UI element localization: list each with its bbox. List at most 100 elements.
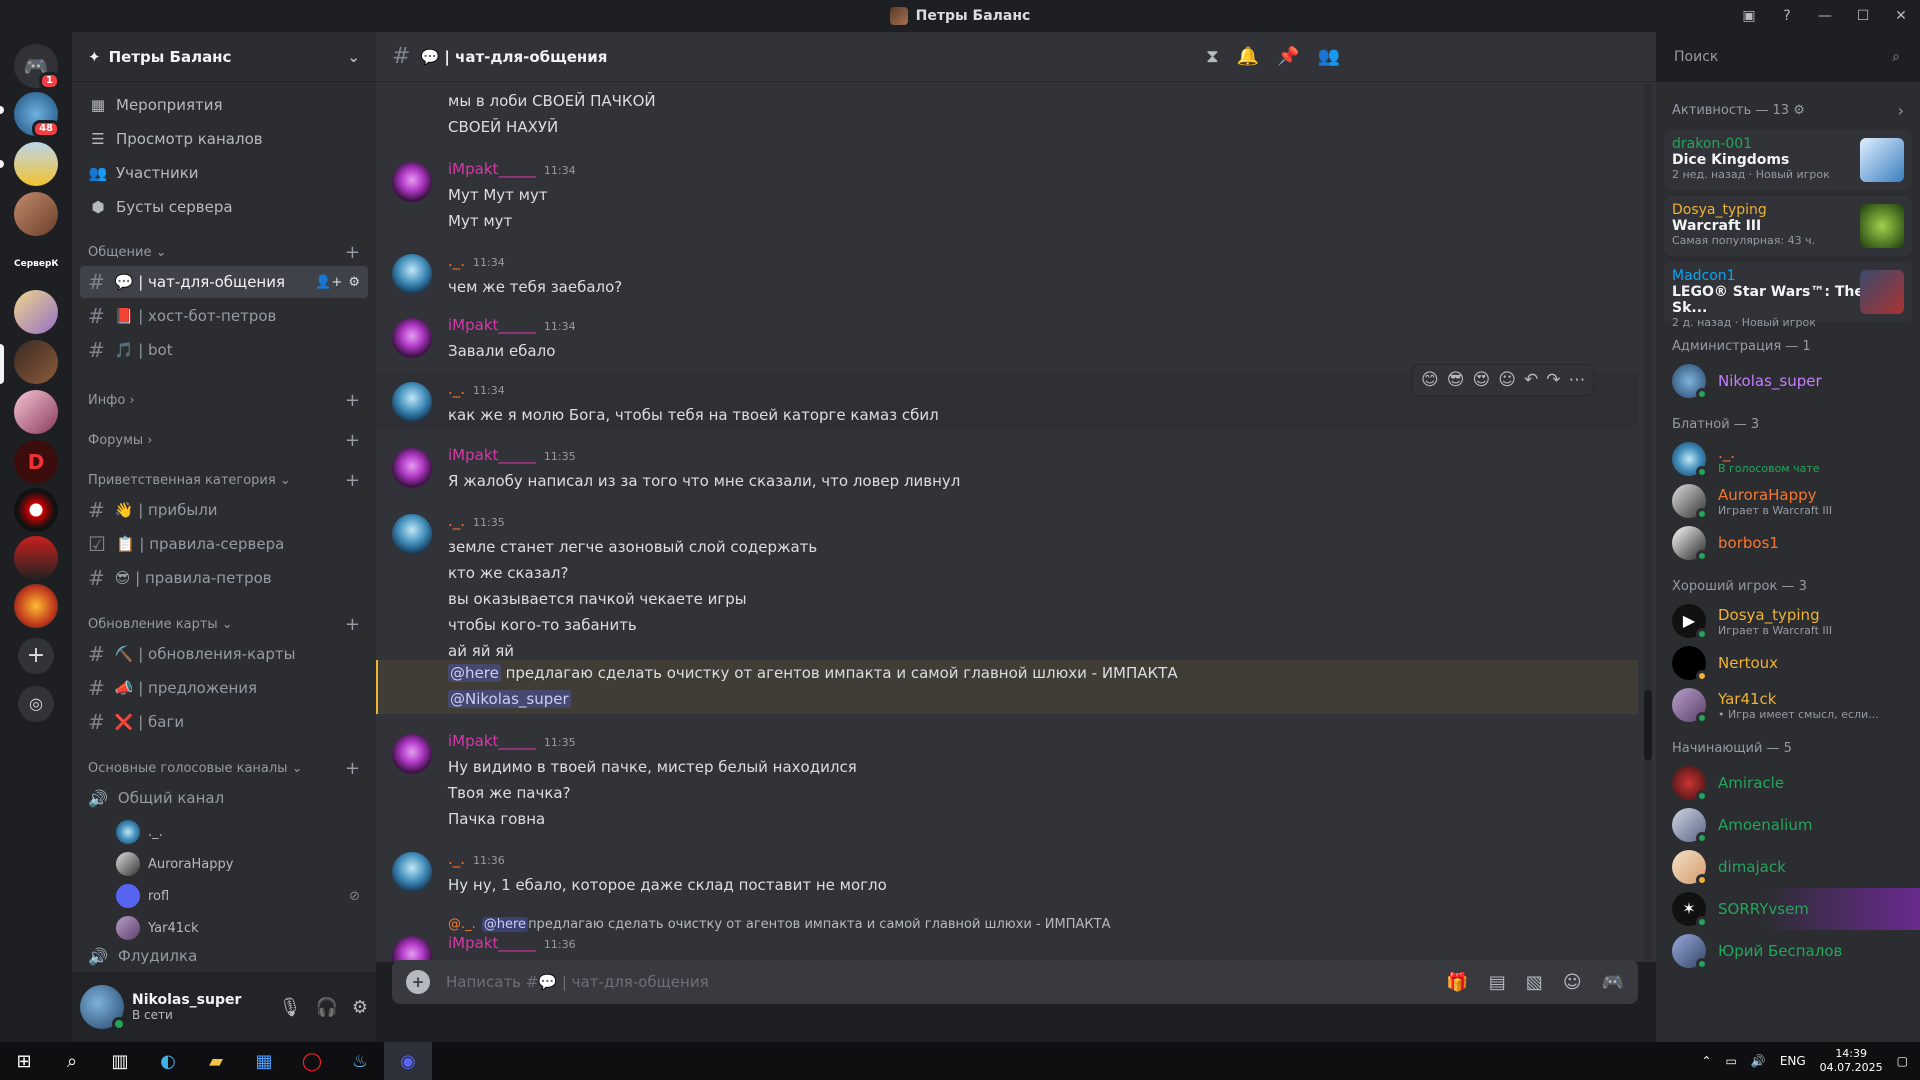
member-item[interactable]: ._. В голосовом чате bbox=[1656, 438, 1920, 480]
emoji-icon[interactable]: ☺ bbox=[1563, 972, 1582, 993]
channel-bugs[interactable]: # ❌ | баги bbox=[80, 706, 368, 738]
threads-icon[interactable]: ⧗ bbox=[1206, 46, 1219, 67]
member-item[interactable]: Amoenalium bbox=[1656, 804, 1920, 846]
message-author[interactable]: iMpakt_____ bbox=[448, 934, 536, 952]
avatar[interactable] bbox=[392, 852, 432, 892]
chevron-right-icon[interactable]: › bbox=[1898, 101, 1904, 120]
server-icon[interactable] bbox=[14, 290, 58, 334]
server-icon[interactable]: D bbox=[14, 440, 58, 484]
clock[interactable]: 14:39 04.07.2025 bbox=[1820, 1047, 1883, 1075]
add-channel-icon[interactable]: + bbox=[345, 430, 360, 451]
windows-start-icon[interactable]: ⊞ bbox=[0, 1042, 48, 1080]
gif-icon[interactable]: ▤ bbox=[1489, 972, 1506, 993]
store-icon[interactable]: ▦ bbox=[240, 1042, 288, 1080]
message-author[interactable]: ._. bbox=[448, 512, 465, 530]
task-view-icon[interactable]: ▥ bbox=[96, 1042, 144, 1080]
maximize-button[interactable]: ☐ bbox=[1844, 8, 1882, 24]
avatar[interactable] bbox=[392, 514, 432, 554]
channel-suggestions[interactable]: # 📣 | предложения bbox=[80, 672, 368, 704]
avatar[interactable] bbox=[80, 985, 126, 1031]
inbox-icon[interactable]: ▣ bbox=[1730, 8, 1768, 24]
voice-user[interactable]: rofl ⊘ bbox=[72, 880, 376, 912]
member-item[interactable]: Amiracle bbox=[1656, 762, 1920, 804]
avatar[interactable] bbox=[392, 254, 432, 294]
channel-petrov-rules[interactable]: # 😎 | правила-петров bbox=[80, 562, 368, 594]
members-icon[interactable]: 👥 bbox=[1318, 46, 1340, 67]
volume-icon[interactable]: 🔊 bbox=[1751, 1054, 1766, 1068]
category-forums[interactable]: Форумы › + bbox=[72, 428, 376, 452]
gear-icon[interactable]: ⚙ bbox=[348, 275, 360, 290]
opera-icon[interactable]: ◯ bbox=[288, 1042, 336, 1080]
member-item[interactable]: Yar41ck • Игра имеет смысл, если... bbox=[1656, 684, 1920, 726]
steam-icon[interactable]: ♨ bbox=[336, 1042, 384, 1080]
message-author[interactable]: iMpakt_____ bbox=[448, 732, 536, 750]
category-info[interactable]: Инфо › + bbox=[72, 388, 376, 412]
activity-card[interactable]: Madcon1 LEGO® Star Wars™: The Sk... 2 д.… bbox=[1664, 262, 1912, 329]
add-channel-icon[interactable]: + bbox=[345, 470, 360, 491]
voice-user[interactable]: AuroraHappy bbox=[72, 848, 376, 880]
server-header[interactable]: ✦ Петры Баланс ⌄ bbox=[72, 32, 376, 82]
channel-bot[interactable]: # 🎵 | bot bbox=[80, 334, 368, 366]
channel-server-rules[interactable]: ☑ 📋 | правила-сервера bbox=[80, 528, 368, 560]
nav-members[interactable]: 👥 Участники bbox=[72, 156, 376, 190]
search-input[interactable]: Поиск ⌕ bbox=[1666, 42, 1908, 72]
network-icon[interactable]: ▭ bbox=[1726, 1054, 1737, 1068]
server-icon[interactable]: СерверК bbox=[14, 242, 58, 286]
member-item[interactable]: Юрий Беспалов bbox=[1656, 930, 1920, 972]
avatar[interactable] bbox=[392, 382, 432, 422]
message-author[interactable]: iMpakt_____ bbox=[448, 316, 536, 334]
nav-boosts[interactable]: ⬢ Бусты сервера bbox=[72, 190, 376, 224]
voice-user[interactable]: ._. bbox=[72, 816, 376, 848]
activity-card[interactable]: Dosya_typing Warcraft III Самая популярн… bbox=[1664, 196, 1912, 256]
edge-icon[interactable]: ◐ bbox=[144, 1042, 192, 1080]
avatar[interactable] bbox=[392, 448, 432, 488]
notifications-icon[interactable]: ▢ bbox=[1897, 1054, 1908, 1068]
language-indicator[interactable]: ENG bbox=[1780, 1054, 1806, 1068]
add-channel-icon[interactable]: + bbox=[345, 614, 360, 635]
voice-channel-flood[interactable]: 🔊 Флудилка bbox=[80, 946, 368, 966]
member-item[interactable]: ✶ SORRYvsem bbox=[1656, 888, 1920, 930]
voice-user[interactable]: Yar41ck bbox=[72, 912, 376, 944]
category-map-update[interactable]: Обновление карты ⌄ + bbox=[72, 612, 376, 636]
nav-events[interactable]: ▦ Мероприятия bbox=[72, 88, 376, 122]
member-item[interactable]: ▶ Dosya_typing Играет в Warcraft III bbox=[1656, 600, 1920, 642]
avatar[interactable] bbox=[392, 318, 432, 358]
add-channel-icon[interactable]: + bbox=[345, 390, 360, 411]
help-icon[interactable]: ? bbox=[1768, 8, 1806, 24]
channel-host[interactable]: # 📕 | хост-бот-петров bbox=[80, 300, 368, 332]
mention[interactable]: @here bbox=[448, 664, 501, 682]
channel-map-updates[interactable]: # ⛏️ | обновления-карты bbox=[80, 638, 368, 670]
add-attachment-icon[interactable]: + bbox=[406, 970, 430, 994]
folder-icon[interactable]: ▰ bbox=[192, 1042, 240, 1080]
channel-arrive[interactable]: # 👋 | прибыли bbox=[80, 494, 368, 526]
reply-preview[interactable]: @._. @here предлагаю сделать очистку от … bbox=[448, 914, 1638, 934]
channel-chat[interactable]: # 💬 | чат-для-общения 👤+ ⚙ bbox=[80, 266, 368, 298]
add-channel-icon[interactable]: + bbox=[345, 242, 360, 263]
search-icon[interactable]: ⌕ bbox=[48, 1042, 96, 1080]
category-welcome[interactable]: Приветственная категория ⌄ + bbox=[72, 468, 376, 492]
gear-icon[interactable]: ⚙ bbox=[352, 997, 368, 1018]
gift-icon[interactable]: 🎁 bbox=[1446, 972, 1468, 993]
sticker-icon[interactable]: ▧ bbox=[1526, 972, 1543, 993]
avatar[interactable] bbox=[392, 162, 432, 202]
activity-card[interactable]: drakon-001 Dice Kingdoms 2 нед. назад · … bbox=[1664, 130, 1912, 190]
discord-icon[interactable]: ◉ bbox=[384, 1042, 432, 1080]
chevron-up-icon[interactable]: ⌃ bbox=[1701, 1054, 1711, 1068]
scrollbar-thumb[interactable] bbox=[1644, 690, 1652, 760]
headphones-icon[interactable]: 🎧 bbox=[315, 997, 337, 1018]
nav-browse-channels[interactable]: ☰ Просмотр каналов bbox=[72, 122, 376, 156]
mention[interactable]: @Nikolas_super bbox=[448, 690, 571, 708]
category-obshenie[interactable]: Общение ⌄ + bbox=[72, 240, 376, 264]
member-item[interactable]: borbos1 bbox=[1656, 522, 1920, 564]
voice-channel-main[interactable]: 🔊 Общий канал bbox=[80, 782, 368, 814]
member-item[interactable]: Nertoux bbox=[1656, 642, 1920, 684]
discover-icon[interactable]: ◎ bbox=[18, 686, 54, 722]
avatar[interactable] bbox=[392, 936, 432, 962]
server-icon[interactable] bbox=[14, 340, 58, 384]
message-author[interactable]: ._. bbox=[448, 380, 465, 398]
server-icon[interactable] bbox=[14, 488, 58, 532]
server-icon[interactable] bbox=[14, 142, 58, 186]
message-author[interactable]: iMpakt_____ bbox=[448, 160, 536, 178]
scrollbar[interactable] bbox=[1644, 82, 1652, 962]
avatar[interactable] bbox=[392, 734, 432, 774]
